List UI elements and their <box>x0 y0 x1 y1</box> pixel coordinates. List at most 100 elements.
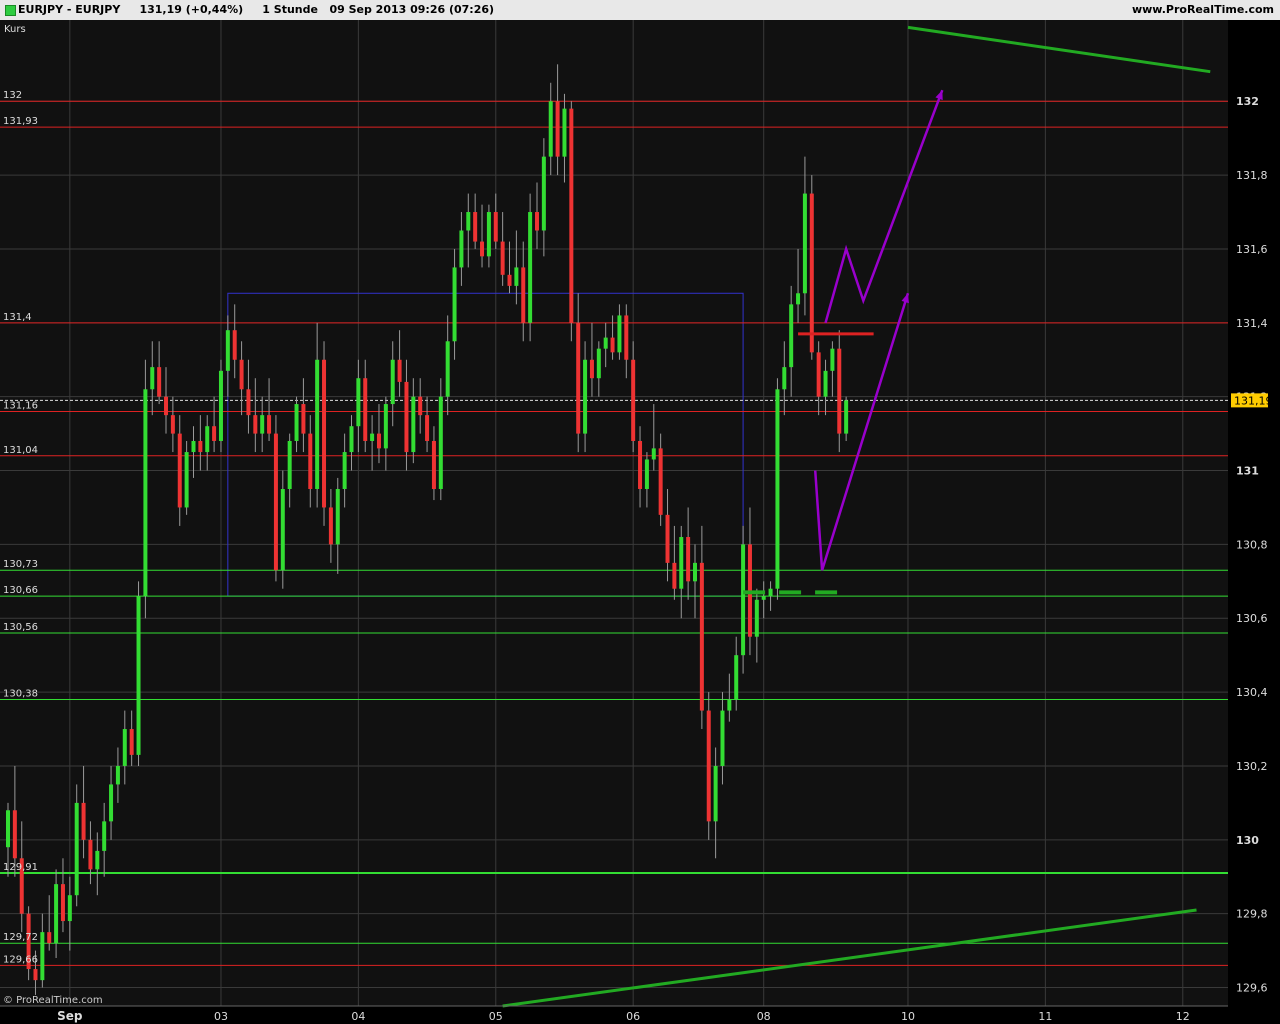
bull-candle <box>802 193 807 294</box>
resistance-level-label: 129,66 <box>3 954 38 965</box>
support-level-label: 130,66 <box>3 585 38 596</box>
bull-candle <box>823 370 828 397</box>
bear-candle <box>301 404 306 434</box>
bear-candle <box>47 932 52 944</box>
bull-candle <box>727 699 732 711</box>
bull-candle <box>191 440 196 453</box>
bear-candle <box>610 337 615 353</box>
bear-candle <box>177 433 182 508</box>
bull-candle <box>741 544 746 656</box>
bear-candle <box>273 433 278 571</box>
bull-candle <box>562 108 567 157</box>
x-tick-label: 04 <box>351 1010 365 1023</box>
y-tick-label: 129,8 <box>1236 908 1268 921</box>
bull-candle <box>122 729 127 766</box>
bull-candle <box>349 426 354 453</box>
current-price-value: 131,19 <box>1234 394 1273 407</box>
bear-candle <box>33 969 38 981</box>
bear-candle <box>198 440 203 453</box>
bull-candle <box>459 230 464 268</box>
instrument-status-icon <box>5 5 16 16</box>
y-tick-label: 131,4 <box>1236 317 1268 330</box>
price-chart[interactable]: 132 131,93 131,4 131,16 131,04 129,66 130,73 13… <box>0 20 1280 1024</box>
bull-candle <box>768 588 773 597</box>
y-tick-label: 130 <box>1236 834 1259 847</box>
bull-candle <box>342 452 347 489</box>
y-tick-label: 130,8 <box>1236 538 1268 551</box>
bear-candle <box>129 729 134 755</box>
bull-candle <box>782 367 787 390</box>
bull-candle <box>528 212 533 323</box>
x-tick-label: 03 <box>214 1010 228 1023</box>
bear-candle <box>322 359 327 508</box>
x-tick-label: 08 <box>757 1010 771 1023</box>
bear-candle <box>418 396 423 416</box>
bear-candle <box>521 267 526 323</box>
bull-candle <box>761 596 766 600</box>
bear-candle <box>500 241 505 275</box>
bear-candle <box>88 839 93 870</box>
bear-candle <box>404 381 409 453</box>
bull-candle <box>734 655 739 700</box>
x-tick-label: Sep <box>57 1009 83 1023</box>
bear-candle <box>809 193 814 353</box>
bull-candle <box>754 599 759 637</box>
bear-candle <box>308 433 313 489</box>
bull-candle <box>644 459 649 489</box>
bull-candle <box>596 348 601 379</box>
bear-candle <box>534 212 539 231</box>
bull-candle <box>411 396 416 453</box>
bull-candle <box>679 537 684 589</box>
bull-candle <box>603 337 608 349</box>
bull-candle <box>713 765 718 822</box>
y-tick-label: 132 <box>1236 95 1259 108</box>
bear-candle <box>686 537 691 582</box>
y-tick-label: 130,6 <box>1236 612 1268 625</box>
bear-candle <box>507 274 512 286</box>
bear-candle <box>212 426 217 441</box>
support-level-label: 130,56 <box>3 622 38 633</box>
bull-candle <box>67 895 72 922</box>
bull-candle <box>184 452 189 508</box>
resistance-level-label: 131,93 <box>3 116 38 127</box>
y-tick-label: 131,8 <box>1236 169 1268 182</box>
bear-candle <box>473 212 478 242</box>
bull-candle <box>830 348 835 371</box>
bull-candle <box>225 330 230 371</box>
bear-candle <box>246 389 251 416</box>
bull-candle <box>150 367 155 390</box>
bear-candle <box>232 330 237 360</box>
bear-candle <box>12 810 17 859</box>
bull-candle <box>280 488 285 571</box>
bear-candle <box>328 507 333 545</box>
bear-candle <box>253 415 258 434</box>
bear-candle <box>638 440 643 489</box>
support-level-label: 129,91 <box>3 862 38 873</box>
bull-candle <box>486 212 491 257</box>
bear-candle <box>164 396 169 416</box>
bear-candle <box>816 352 821 397</box>
bear-candle <box>658 448 663 515</box>
x-tick-label: 10 <box>901 1010 915 1023</box>
bull-candle <box>356 378 361 427</box>
bull-candle <box>136 596 141 755</box>
support-level-label: 129,72 <box>3 932 38 943</box>
bull-candle <box>294 404 299 441</box>
bull-candle <box>548 101 553 157</box>
bull-candle <box>74 802 79 896</box>
resistance-level-label: 131,04 <box>3 445 38 456</box>
bear-candle <box>624 315 629 360</box>
watermark: © ProRealTime.com <box>3 995 103 1006</box>
bull-candle <box>315 359 320 489</box>
site-url: www.ProRealTime.com <box>1131 3 1274 16</box>
support-level-label: 130,73 <box>3 559 38 570</box>
y-tick-label: 131 <box>1236 465 1259 478</box>
bear-candle <box>699 562 704 711</box>
bear-candle <box>376 433 381 449</box>
bull-candle <box>335 488 340 545</box>
plot-area <box>0 20 1228 1006</box>
bull-candle <box>143 389 148 597</box>
bull-candle <box>445 341 450 397</box>
bull-candle <box>775 389 780 589</box>
bull-candle <box>789 304 794 368</box>
